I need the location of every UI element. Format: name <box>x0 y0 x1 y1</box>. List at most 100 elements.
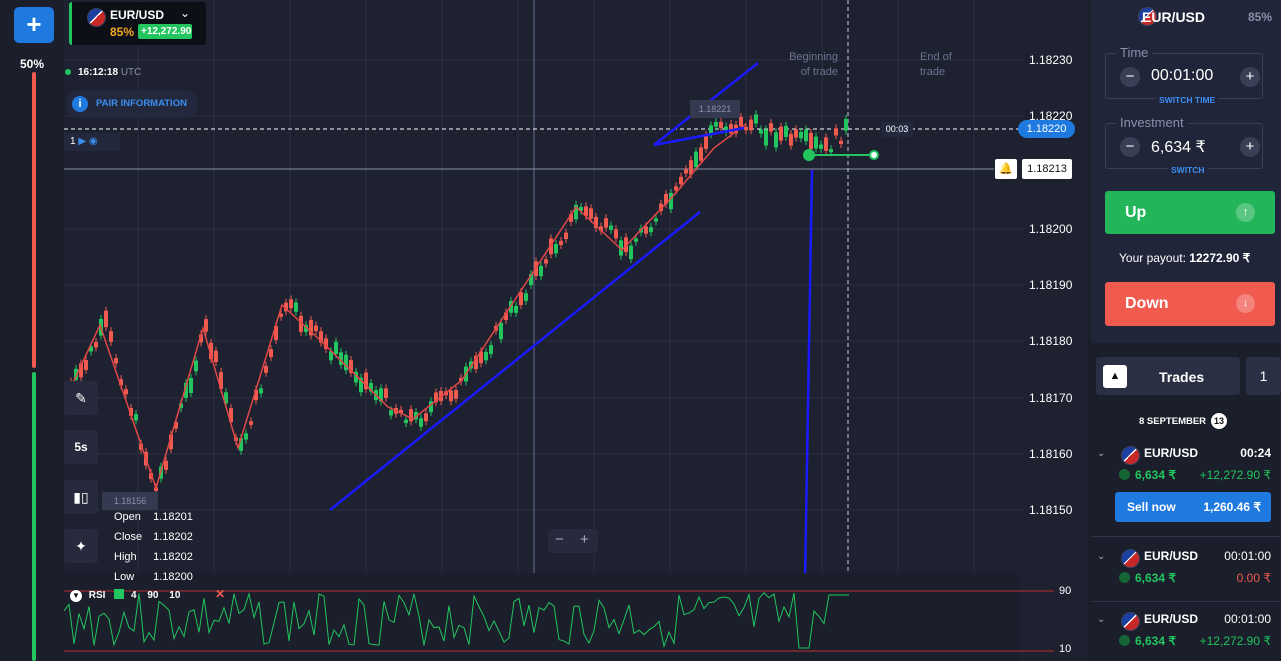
candle-body <box>109 331 113 342</box>
close-icon[interactable]: ✕ <box>215 587 225 601</box>
bell-icon[interactable]: 🔔 <box>995 159 1017 179</box>
sentiment-up-bar <box>32 372 36 661</box>
candle-body <box>124 389 128 395</box>
high-value: 1.18202 <box>153 551 193 563</box>
candle-body <box>554 244 558 254</box>
candle-body <box>519 292 523 306</box>
candle-body <box>114 358 118 364</box>
satellite-icon[interactable]: ✦ <box>64 529 98 563</box>
candle-timer: 00:03 <box>881 122 913 137</box>
candle-body <box>389 410 393 416</box>
open-label: Open <box>114 511 141 523</box>
chevron-down-icon[interactable]: ▼ <box>70 590 82 602</box>
trades-count[interactable]: 1 <box>1246 357 1281 395</box>
investment-label: Investment <box>1116 115 1188 130</box>
indicator-count: 1 <box>70 136 76 147</box>
down-button[interactable]: Down ↓ <box>1105 282 1275 326</box>
add-chart-button[interactable]: + <box>14 7 54 43</box>
candle-body <box>334 341 338 354</box>
candle-body <box>814 136 818 149</box>
trades-date-count: 13 <box>1211 413 1227 429</box>
chevron-down-icon[interactable]: ⌄ <box>1097 448 1105 459</box>
trade-pair: EUR/USD <box>1144 446 1199 460</box>
trade-amount: 6,634 ₹ <box>1119 634 1176 648</box>
up-button[interactable]: Up ↑ <box>1105 191 1275 234</box>
current-price-badge: 1.18220 <box>1018 120 1075 138</box>
play-icon[interactable]: ▶ <box>78 136 86 147</box>
investment-increase-button[interactable]: + <box>1240 137 1260 157</box>
trade-amount: 6,634 ₹ <box>1119 468 1176 482</box>
trades-title: Trades <box>1159 369 1205 385</box>
price-tick: 1.18150 <box>1029 503 1073 517</box>
candle-body <box>84 360 88 371</box>
chevron-down-icon[interactable]: ⌄ <box>1097 551 1105 562</box>
trade-pair: EUR/USD <box>1144 549 1199 563</box>
switch-time-button[interactable]: SWITCH TIME <box>1156 95 1219 105</box>
candle-body <box>759 129 763 134</box>
candle-body <box>694 151 698 168</box>
candle-body <box>564 232 568 240</box>
candle-body <box>499 322 503 340</box>
candle-body <box>164 460 168 470</box>
price-tick: 1.18190 <box>1029 278 1073 292</box>
candles-icon[interactable]: ▮▯ <box>64 480 98 514</box>
candle-body <box>604 218 608 228</box>
sell-now-button[interactable]: Sell now 1,260.46 ₹ <box>1115 492 1271 522</box>
trade-end-dot <box>869 150 879 160</box>
time-decrease-button[interactable]: − <box>1120 67 1140 87</box>
time-value[interactable]: 00:01:00 <box>1151 67 1213 85</box>
zoom-in-button[interactable]: + <box>580 531 589 548</box>
candle-body <box>559 240 563 246</box>
indicator-row[interactable]: 1 ▶ ◉ <box>64 133 120 151</box>
arrow-down-icon: ↓ <box>1236 294 1255 313</box>
time-increase-button[interactable]: + <box>1240 67 1260 87</box>
eur-usd-flag-icon <box>87 8 106 27</box>
timeframe-button[interactable]: 5s <box>64 430 98 464</box>
eye-icon[interactable]: ◉ <box>89 136 98 147</box>
arrow-up-icon: ↑ <box>1236 203 1255 222</box>
panel-payout-percent: 85% <box>1248 10 1273 24</box>
candle-body <box>384 388 388 398</box>
investment-field[interactable]: Investment − 6,634 ₹ + SWITCH <box>1105 115 1263 175</box>
trade-item[interactable]: ⌄ EUR/USD 00:01:00 6,634 ₹ 0.00 ₹ <box>1091 549 1281 599</box>
candle-body <box>794 129 798 138</box>
candle-body <box>679 176 683 185</box>
trades-date: 8 SEPTEMBER <box>1139 416 1207 427</box>
candle-body <box>194 360 198 372</box>
chevron-down-icon[interactable]: ⌄ <box>180 6 190 20</box>
time-field[interactable]: Time − 00:01:00 + SWITCH TIME <box>1105 45 1263 105</box>
rsi-color-swatch[interactable] <box>114 589 125 599</box>
candle-body <box>609 225 613 230</box>
pencil-icon[interactable]: ✎ <box>64 381 98 415</box>
clock-time: 16:12:18 <box>78 67 119 78</box>
candle-body <box>749 119 753 131</box>
high-label: High <box>114 551 137 563</box>
rsi-upper: 90 <box>147 590 159 601</box>
candle-body <box>644 226 648 234</box>
collapse-arrow-icon[interactable]: ▲ <box>1103 365 1127 388</box>
rsi-legend[interactable]: ▼ RSI 4 90 10 ✕ <box>70 587 225 602</box>
candle-body <box>524 293 528 301</box>
time-label: Time <box>1116 45 1153 60</box>
rsi-lower: 10 <box>169 590 181 601</box>
investment-value[interactable]: 6,634 ₹ <box>1151 137 1206 157</box>
price-chart[interactable] <box>64 0 1088 661</box>
investment-decrease-button[interactable]: − <box>1120 137 1140 157</box>
pair-payout-percent: 85% <box>110 25 135 39</box>
down-label: Down <box>1125 295 1169 312</box>
payout-text: Your payout: 12272.90 ₹ <box>1119 251 1250 265</box>
candle-body <box>669 192 673 210</box>
annotation-arrow <box>329 211 701 511</box>
zoom-out-button[interactable]: − <box>555 531 564 548</box>
trade-item[interactable]: ⌄ EUR/USD 00:01:00 6,634 ₹ +12,272.90 ₹ <box>1091 612 1281 661</box>
price-tick: 1.18180 <box>1029 334 1073 348</box>
chevron-down-icon[interactable]: ⌄ <box>1097 614 1105 625</box>
candle-body <box>699 147 703 161</box>
candle-body <box>784 125 788 137</box>
switch-currency-button[interactable]: SWITCH <box>1168 165 1208 175</box>
eur-usd-flag-icon <box>1121 446 1140 465</box>
sell-now-label: Sell now <box>1127 500 1176 514</box>
candle-body <box>259 388 263 394</box>
price-tick: 1.18160 <box>1029 447 1073 461</box>
panel-asset-name[interactable]: EUR/USD <box>1142 9 1205 25</box>
